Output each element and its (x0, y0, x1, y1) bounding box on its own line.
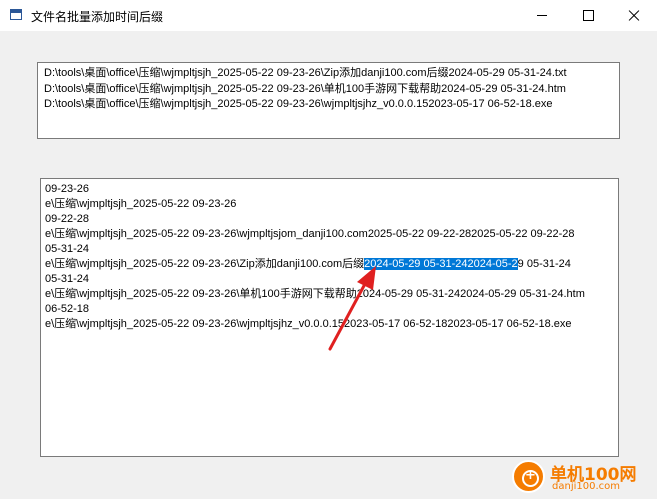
close-button[interactable] (611, 0, 657, 31)
output-line: e\压缩\wjmpltjsjh_2025-05-22 09-23-26\wjmp… (45, 318, 572, 330)
output-line: e\压缩\wjmpltjsjh_2025-05-22 09-23-26\单机10… (45, 288, 585, 300)
output-line: 09-23-26 (45, 183, 90, 195)
output-line: 05-31-24 (45, 243, 90, 255)
minimize-button[interactable] (519, 0, 565, 31)
watermark-url: danji100.com (552, 481, 620, 492)
output-text: 9 05-31-24 (517, 258, 571, 270)
input-line: D:\tools\桌面\office\压缩\wjmpltjsjh_2025-05… (44, 98, 553, 110)
minimize-icon (537, 15, 547, 16)
output-line-highlighted: e\压缩\wjmpltjsjh_2025-05-22 09-23-26\Zip添… (45, 257, 571, 271)
input-files-textbox[interactable]: D:\tools\桌面\office\压缩\wjmpltjsjh_2025-05… (37, 62, 620, 139)
output-line: 05-31-24 (45, 273, 90, 285)
input-line: D:\tools\桌面\office\压缩\wjmpltjsjh_2025-05… (44, 67, 567, 79)
window-title: 文件名批量添加时间后缀 (31, 10, 164, 24)
window-icon (10, 9, 22, 20)
selected-text[interactable]: 2024-05-29 05-31-242024-05-2 (364, 258, 518, 270)
output-line: 09-22-28 (45, 213, 90, 225)
watermark-logo: 单机100网 danji100.com (508, 456, 657, 499)
input-line: D:\tools\桌面\office\压缩\wjmpltjsjh_2025-05… (44, 83, 566, 95)
maximize-icon (582, 10, 594, 21)
output-line: e\压缩\wjmpltjsjh_2025-05-22 09-23-26 (45, 198, 237, 210)
output-text: e\压缩\wjmpltjsjh_2025-05-22 09-23-26\Zip添… (45, 258, 365, 270)
title-bar: 文件名批量添加时间后缀 (0, 0, 657, 31)
joystick-logo-icon (512, 460, 545, 493)
output-result-textbox[interactable]: 09-23-26 e\压缩\wjmpltjsjh_2025-05-22 09-2… (40, 178, 619, 457)
maximize-button[interactable] (565, 0, 611, 31)
close-icon (628, 10, 640, 22)
output-line: e\压缩\wjmpltjsjh_2025-05-22 09-23-26\wjmp… (45, 228, 575, 240)
output-line: 06-52-18 (45, 303, 90, 315)
